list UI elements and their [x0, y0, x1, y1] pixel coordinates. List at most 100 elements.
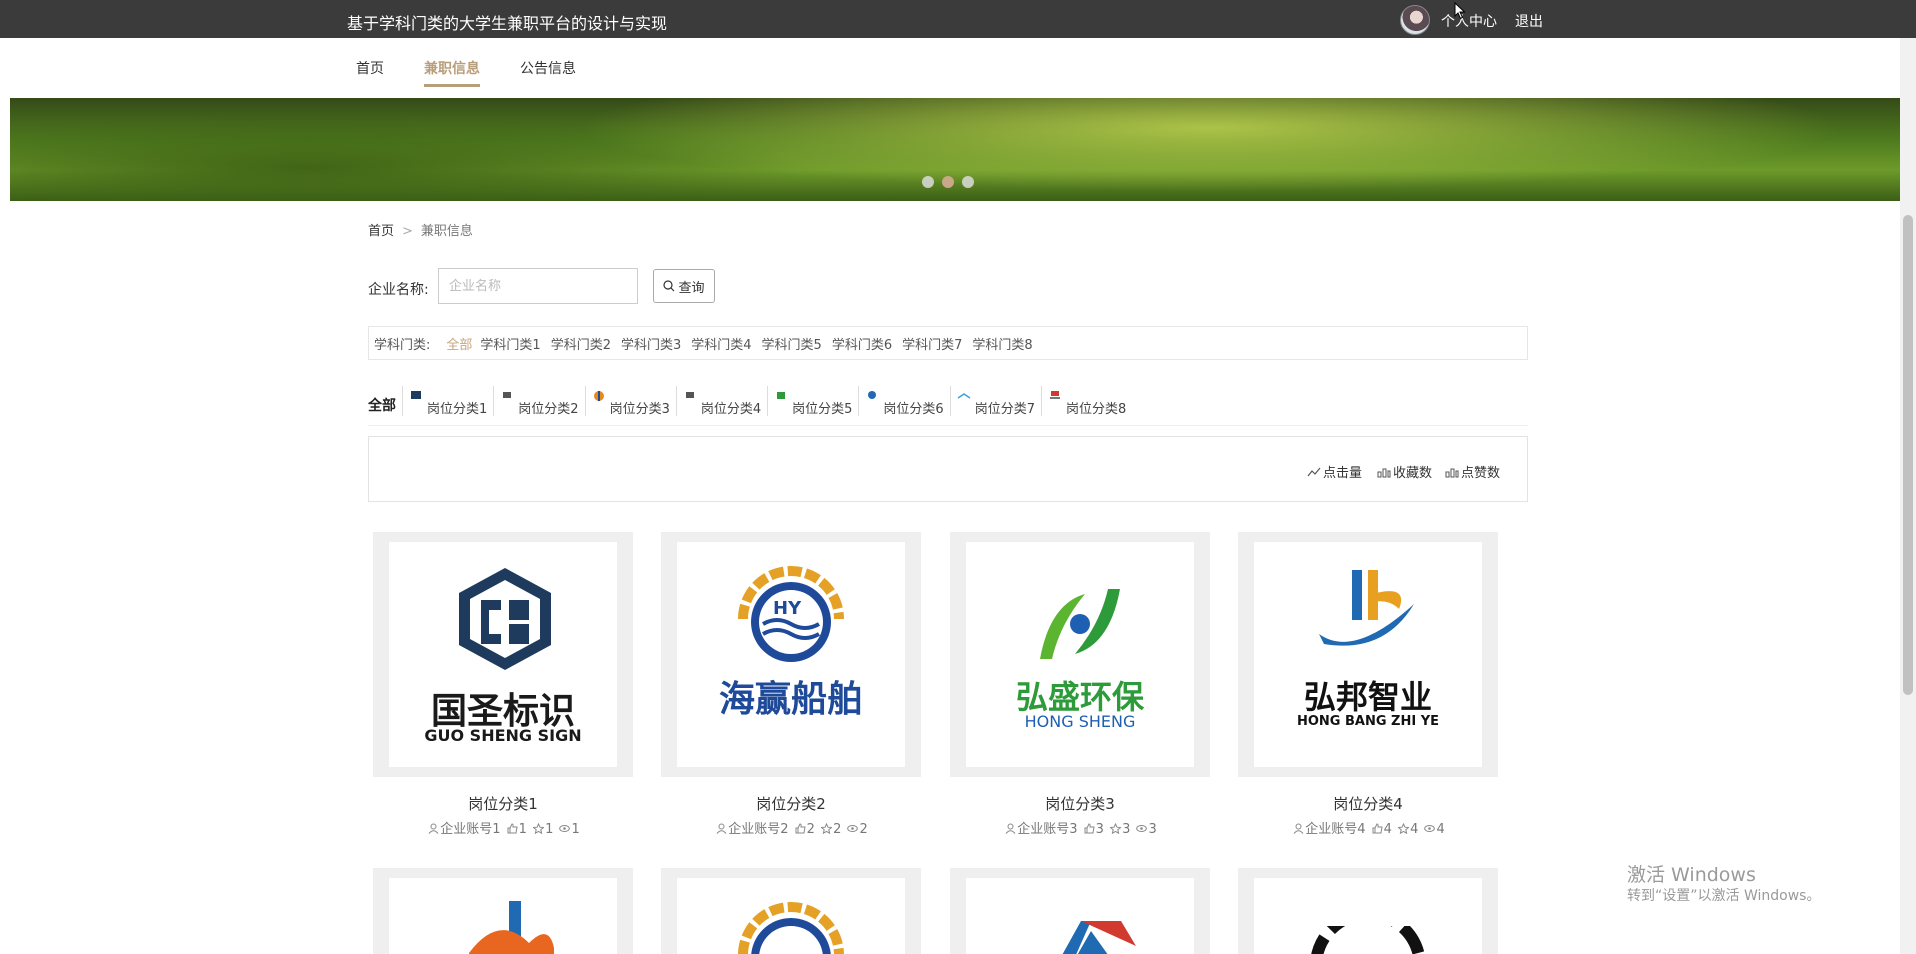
thumbs-up-icon — [1372, 823, 1383, 834]
top-header: 基于学科门类的大学生兼职平台的设计与实现 个人中心 退出 — [0, 0, 1916, 38]
company-logo — [677, 878, 905, 954]
user-icon — [1293, 823, 1304, 834]
logout-link[interactable]: 退出 — [1515, 11, 1543, 31]
job-card: 国圣标识 GUO SHENG SIGN 岗位分类1 企业账号1 1 1 1 — [373, 532, 633, 837]
job-card-favorites: 4 — [1410, 822, 1419, 837]
category-item-7[interactable]: 岗位分类7 — [949, 386, 1041, 417]
job-card-likes: 3 — [1095, 822, 1104, 837]
leaf-logo-icon — [1040, 589, 1120, 659]
nav-item-notices[interactable]: 公告信息 — [520, 58, 576, 84]
job-card-title[interactable]: 岗位分类4 — [1238, 793, 1498, 814]
category-item-4[interactable]: 岗位分类4 — [675, 386, 767, 417]
main-nav: 首页 兼职信息 公告信息 — [0, 38, 1900, 98]
thumbs-up-icon — [1084, 823, 1095, 834]
job-card-image[interactable] — [661, 868, 921, 954]
hexagon-logo-icon — [459, 568, 551, 670]
category-logo-icon — [868, 391, 877, 399]
job-card-meta: 企业账号2 2 2 2 — [661, 818, 921, 837]
star-icon — [820, 822, 833, 835]
job-card-views: 4 — [1436, 822, 1445, 837]
company-logo — [966, 878, 1194, 954]
job-card-image[interactable]: 弘盛环保 HONG SHENG — [950, 532, 1210, 777]
subject-option-8[interactable]: 学科门类8 — [972, 334, 1032, 353]
category-logo-icon — [503, 392, 512, 398]
job-card-image[interactable] — [950, 868, 1210, 954]
job-card-title[interactable]: 岗位分类2 — [661, 793, 921, 814]
category-item-8[interactable]: 岗位分类8 — [1040, 386, 1132, 417]
user-icon — [1005, 823, 1016, 834]
ship-logo-icon: HY — [738, 566, 844, 662]
sort-likes-label: 点赞数 — [1461, 466, 1501, 481]
nav-item-home[interactable]: 首页 — [356, 58, 384, 84]
category-label: 岗位分类8 — [1065, 402, 1127, 417]
category-item-6[interactable]: 岗位分类6 — [858, 386, 949, 417]
category-item-3[interactable]: 岗位分类3 — [584, 386, 676, 417]
company-name-label: 企业名称: — [368, 282, 429, 298]
carousel-dot-2[interactable] — [942, 176, 954, 188]
banner-carousel — [10, 98, 1900, 201]
scrollbar-thumb[interactable] — [1903, 215, 1913, 695]
job-card-meta: 企业账号3 3 3 3 — [950, 818, 1210, 837]
job-card-favorites: 3 — [1122, 822, 1131, 837]
job-card: HY 海赢船舶 岗位分类2 企业账号2 2 2 2 — [661, 532, 921, 837]
subject-option-6[interactable]: 学科门类6 — [832, 334, 892, 353]
carousel-dot-1[interactable] — [922, 176, 934, 188]
category-item-1[interactable]: 岗位分类1 — [402, 386, 493, 417]
category-tabs: 全部 岗位分类1 岗位分类2 岗位分类3 岗位分类4 岗位分类5 岗位分类6 岗… — [368, 386, 1528, 426]
category-label: 岗位分类3 — [609, 402, 670, 417]
job-card — [1238, 868, 1498, 954]
logo-subtitle: HONG BANG ZHI YE — [1296, 714, 1440, 729]
star-icon — [532, 822, 545, 835]
job-card-meta: 企业账号4 4 4 4 — [1238, 818, 1498, 837]
sort-clicks-label: 点击量 — [1323, 466, 1363, 481]
roof-logo-icon — [1062, 921, 1136, 954]
eye-icon — [559, 825, 571, 832]
subject-option-4[interactable]: 学科门类4 — [691, 334, 751, 353]
subject-option-all[interactable]: 全部 — [446, 334, 472, 353]
company-logo: 弘邦智业 HONG BANG ZHI YE — [1254, 542, 1482, 767]
category-logo-icon — [685, 392, 694, 398]
company-logo — [389, 878, 617, 954]
chart-icon — [1445, 468, 1459, 477]
job-card: 弘盛环保 HONG SHENG 岗位分类3 企业账号3 3 3 3 — [950, 532, 1210, 837]
job-card-title[interactable]: 岗位分类3 — [950, 793, 1210, 814]
thumbs-up-icon — [795, 823, 806, 834]
logo-subtitle: HONG SHENG — [1024, 712, 1136, 731]
building-logo-icon — [1319, 570, 1414, 646]
subject-option-3[interactable]: 学科门类3 — [621, 334, 681, 353]
category-all[interactable]: 全部 — [368, 395, 396, 415]
category-label: 岗位分类1 — [427, 402, 488, 417]
job-card-title[interactable]: 岗位分类1 — [373, 793, 633, 814]
job-card-image[interactable]: 国圣标识 GUO SHENG SIGN — [373, 532, 633, 777]
user-avatar[interactable] — [1400, 5, 1430, 35]
subject-option-5[interactable]: 学科门类5 — [762, 334, 822, 353]
company-logo: HY 海赢船舶 — [677, 542, 905, 767]
profile-link[interactable]: 个人中心 — [1441, 11, 1497, 31]
job-card-account: 企业账号3 — [1017, 822, 1078, 837]
sort-by-clicks[interactable]: 点击量 — [1307, 462, 1362, 481]
job-card-image[interactable]: HY 海赢船舶 — [661, 532, 921, 777]
subject-option-2[interactable]: 学科门类2 — [551, 334, 611, 353]
nav-item-jobs[interactable]: 兼职信息 — [424, 58, 480, 87]
company-logo: 国圣标识 GUO SHENG SIGN — [389, 542, 617, 767]
sort-by-likes[interactable]: 点赞数 — [1445, 462, 1500, 481]
carousel-dot-3[interactable] — [962, 176, 974, 188]
logo-name: 海赢船舶 — [718, 679, 863, 720]
category-item-5[interactable]: 岗位分类5 — [767, 386, 858, 417]
job-card-image[interactable] — [373, 868, 633, 954]
job-card-image[interactable] — [1238, 868, 1498, 954]
job-card-image[interactable]: 弘邦智业 HONG BANG ZHI YE — [1238, 532, 1498, 777]
ship-logo-icon — [738, 902, 844, 954]
sort-by-favorites[interactable]: 收藏数 — [1377, 462, 1432, 481]
company-name-input[interactable] — [438, 268, 638, 304]
subject-option-1[interactable]: 学科门类1 — [480, 334, 540, 353]
search-button[interactable]: 查询 — [653, 269, 715, 303]
job-card-account: 企业账号1 — [440, 822, 501, 837]
category-item-2[interactable]: 岗位分类2 — [493, 386, 584, 417]
thumbs-up-icon — [507, 823, 518, 834]
subject-option-7[interactable]: 学科门类7 — [902, 334, 962, 353]
eye-icon — [1424, 825, 1436, 832]
logo-monogram: HY — [773, 598, 802, 619]
breadcrumb-home[interactable]: 首页 — [368, 224, 394, 239]
activation-watermark-title: 激活 Windows — [1627, 864, 1756, 886]
